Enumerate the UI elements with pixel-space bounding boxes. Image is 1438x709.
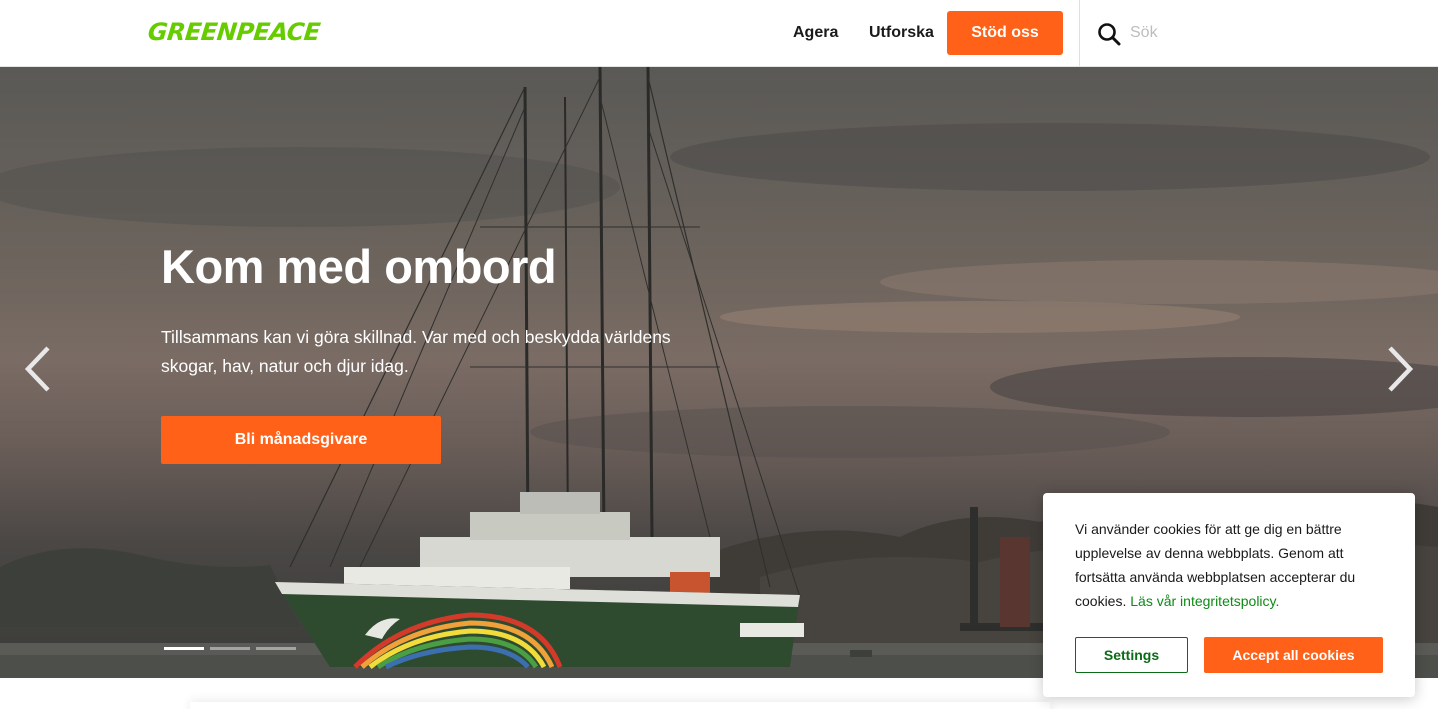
site-header: GREENPEACE Agera Utforska Stöd oss (0, 0, 1438, 67)
nav-agera[interactable]: Agera (793, 21, 838, 45)
privacy-policy-link[interactable]: Läs vår integritetspolicy. (1130, 593, 1279, 609)
cookie-banner: Vi använder cookies för att ge dig en bä… (1043, 493, 1415, 697)
cookie-text-block: Vi använder cookies för att ge dig en bä… (1075, 517, 1391, 613)
carousel-dot-2[interactable] (210, 647, 250, 650)
monthly-donor-button[interactable]: Bli månadsgivare (161, 416, 441, 464)
search-input[interactable] (1130, 20, 1410, 46)
cookie-settings-button[interactable]: Settings (1075, 637, 1188, 673)
nav-utforska[interactable]: Utforska (869, 21, 934, 45)
accept-cookies-button[interactable]: Accept all cookies (1204, 637, 1383, 673)
hero-description: Tillsammans kan vi göra skillnad. Var me… (161, 327, 671, 376)
chevron-right-icon[interactable] (1384, 344, 1416, 394)
hero-title: Kom med ombord (161, 240, 557, 293)
content-card-edge (190, 702, 1050, 709)
greenpeace-logo[interactable]: GREENPEACE (147, 18, 322, 46)
search-icon[interactable] (1097, 22, 1121, 46)
support-button[interactable]: Stöd oss (947, 11, 1063, 55)
chevron-left-icon[interactable] (22, 344, 54, 394)
carousel-dot-1[interactable] (164, 647, 204, 650)
header-divider (1079, 0, 1080, 67)
carousel-dot-3[interactable] (256, 647, 296, 650)
